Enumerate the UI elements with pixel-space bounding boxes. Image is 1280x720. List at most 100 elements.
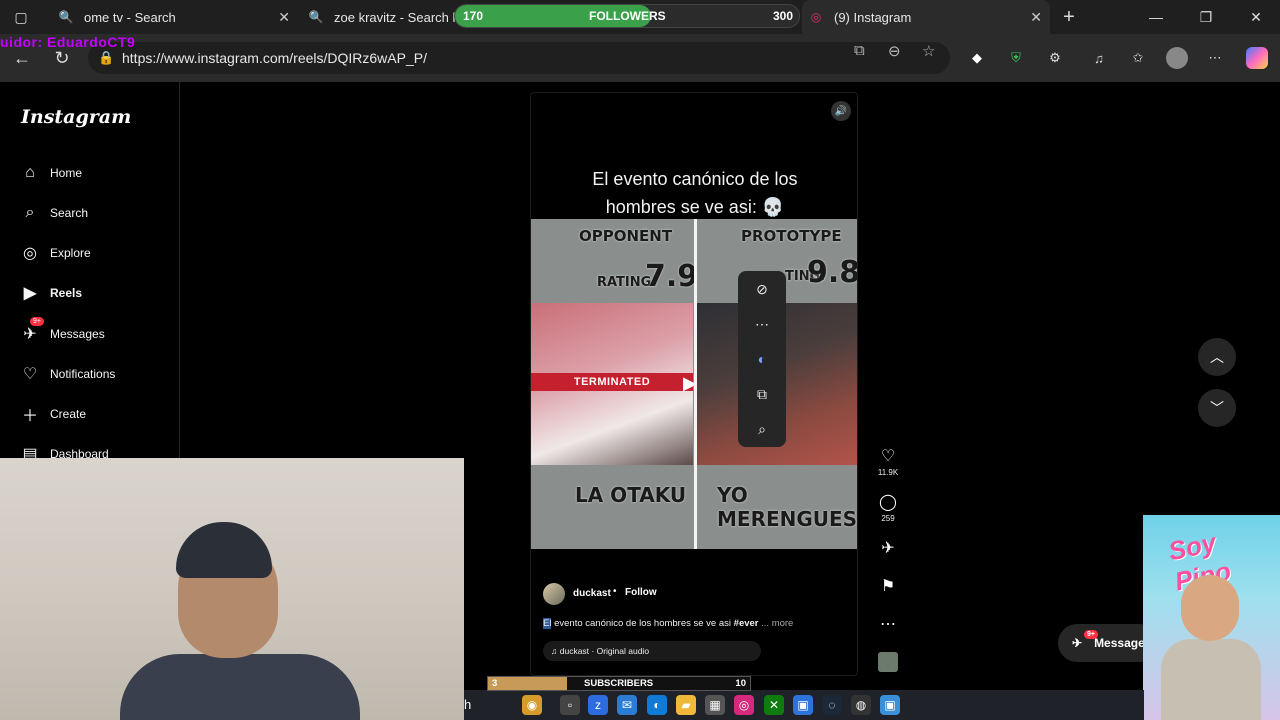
app-icon[interactable]: ▣ [793,695,813,715]
webcam-person-body [120,654,360,720]
taskbar-search-fragment[interactable]: h [464,697,471,712]
reel-video-frame[interactable]: OPPONENT PROTOTYPE RATING: 7.9 TING: 9.8… [531,219,857,549]
sidebar-item-label: Explore [50,246,91,260]
audio-thumbnail[interactable] [872,652,904,672]
comment-count: 259 [881,514,895,523]
reel-overlay-text: El evento canónico de los hombres se ve … [531,165,857,221]
store-icon[interactable]: ▦ [705,695,725,715]
tab-label: (9) Instagram [834,9,912,25]
steam-icon[interactable]: ◌ [822,695,842,715]
separator-dot: • [613,586,617,597]
reel-overlay-line: El evento canónico de los [592,169,798,189]
favorite-star-icon[interactable]: ☆ [922,42,935,60]
instagram-logo[interactable]: Instagram [21,106,131,128]
restore-icon[interactable]: ❐ [1182,0,1230,34]
instagram-sidebar: Instagram ⌂ Home ⌕ Search ◎ Explore ▶ Re… [4,82,180,463]
chevron-up-icon: ︿ [1210,349,1224,365]
reel-overlay-line: hombres se ve asi: 💀 [605,197,785,217]
folder-icon[interactable]: ▰ [676,695,696,715]
followers-current: 170 [463,9,484,23]
comment-button[interactable]: ◯ 259 [872,492,904,523]
zoom-icon[interactable]: ⊖ [888,42,901,60]
messages-badge: 9+ [30,317,44,326]
author-avatar[interactable] [543,583,565,605]
messages-badge: 9+ [1084,630,1098,639]
tab-label: ome tv - Search [84,9,176,25]
instagram-icon[interactable]: ◎ [734,695,754,715]
sidebar-item-label: Notifications [50,367,116,381]
extension-icon[interactable]: ◆ [968,49,986,67]
mail-icon[interactable]: ✉ [617,695,637,715]
media-icon[interactable]: ♫ [1090,49,1108,67]
copilot-icon[interactable] [1246,47,1268,69]
more-link[interactable]: ... more [761,618,793,629]
tab-actions-icon[interactable]: ▢ [0,0,42,34]
more-options-button[interactable]: ⋯ [872,614,904,634]
address-toolbar: ← ↻ 🔒 https://www.instagram.com/reels/DQ… [0,34,1280,82]
poster-person-body [1161,639,1261,720]
more-icon[interactable]: ⋯ [738,314,786,334]
sidebar-item-create[interactable]: ＋ Create [20,402,86,426]
shield-icon[interactable]: ⛨ [1007,49,1025,67]
address-bar[interactable]: 🔒 https://www.instagram.com/reels/DQIRz6… [88,42,950,74]
tab-ome-tv[interactable]: 🔍 ome tv - Search ✕ [52,0,298,34]
hide-icon[interactable]: ⊘ [738,279,786,299]
music-note-icon: ♫ [551,646,560,656]
author-username[interactable]: duckast [573,588,611,599]
extensions-puzzle-icon[interactable]: ⚙ [1046,49,1064,67]
copy-icon[interactable]: ⧉ [738,384,786,404]
file-icon[interactable]: ▫ [560,695,580,715]
tab-zoe-kravitz[interactable]: 🔍 zoe kravitz - Search li [302,0,472,34]
instagram-icon: ◎ [810,10,822,24]
audio-pill[interactable]: ♫ duckast · Original audio [543,641,761,661]
taskbar: h ◉ ▫ z ✉ ◐ ▰ ▦ ◎ ✕ ▣ ◌ ◍ ▣ [464,690,1144,720]
like-button[interactable]: ♡ 11.9K [872,446,904,477]
url-text: https://www.instagram.com/reels/DQIRz6wA… [122,50,427,66]
screen: ▢ 🔍 ome tv - Search ✕ 🔍 zoe kravitz - Se… [0,0,1280,720]
streamer-name-overlay: uidor: EduardoCT9 [0,34,136,50]
reel-player[interactable]: 🔊 El evento canónico de los hombres se v… [530,92,858,676]
more-icon: ⋯ [880,616,896,633]
followers-goal-bar: 170 FOLLOWERS 300 [454,4,800,28]
close-icon[interactable]: ✕ [1030,9,1042,26]
subscribers-progress-fill [488,677,567,690]
new-tab-icon[interactable]: + [1050,0,1088,34]
desc-hashtag[interactable]: #ever [734,618,759,629]
send-icon: ✈ [881,540,895,557]
poster-overlay: Soy Pipo [1143,515,1280,720]
search-icon[interactable]: ⌕ [738,419,786,439]
previous-reel-button[interactable]: ︿ [1198,338,1236,376]
home-icon: ⌂ [25,164,35,181]
audio-icon[interactable]: 🔊 [831,101,851,121]
zoom-app-icon[interactable]: z [588,695,608,715]
reels-icon: ▶ [23,285,37,302]
favorites-icon[interactable]: ✩ [1129,49,1147,67]
minimize-icon[interactable]: — [1132,0,1180,34]
copilot-icon[interactable]: ◐ [738,349,786,369]
window-close-icon[interactable]: ✕ [1232,0,1280,34]
close-icon[interactable]: ✕ [278,9,290,26]
sidebar-item-search[interactable]: ⌕ Search [20,201,89,225]
app-icon[interactable]: ▣ [880,695,900,715]
bookmark-icon: ⚑ [880,578,896,595]
search-icon: 🔍 [308,10,324,24]
sidebar-item-notifications[interactable]: ♡ Notifications [20,362,116,386]
edge-icon[interactable]: ◐ [647,695,667,715]
sidebar-item-messages[interactable]: ✈ 9+ Messages [20,317,105,346]
sidebar-item-reels[interactable]: ▶ Reels [20,281,82,305]
share-button[interactable]: ✈ [872,538,904,558]
sidebar-item-home[interactable]: ⌂ Home [20,161,82,185]
tab-instagram[interactable]: ◎ (9) Instagram ✕ [802,0,1050,34]
sidebar-item-explore[interactable]: ◎ Explore [20,241,91,265]
profile-avatar[interactable] [1166,47,1188,69]
save-button[interactable]: ⚑ [872,576,904,596]
app-icon[interactable]: ◍ [851,695,871,715]
next-reel-button[interactable]: ﹀ [1198,389,1236,427]
app-icon[interactable]: ◉ [522,695,542,715]
more-menu-icon[interactable]: ⋯ [1206,49,1224,67]
audio-thumb-image [878,652,898,672]
follow-button[interactable]: Follow [625,587,657,598]
open-in-app-icon[interactable]: ⧉ [854,42,865,59]
subscribers-goal: 10 [735,678,746,689]
xbox-icon[interactable]: ✕ [764,695,784,715]
